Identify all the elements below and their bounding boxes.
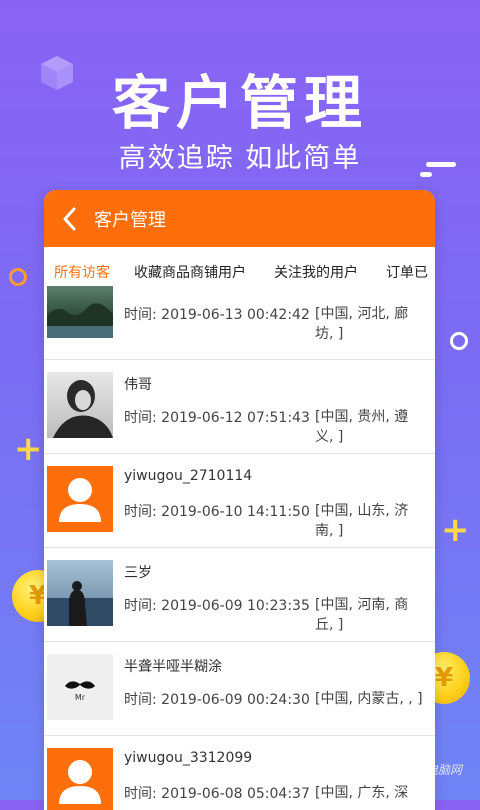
list-item[interactable]: Mr 半聋半哑半糊涂 时间: 2019-06-09 00:24:30 [中国, … [44, 642, 435, 736]
back-button[interactable] [44, 190, 94, 247]
avatar-text: Mr [75, 693, 86, 702]
plus-decoration-icon: + [14, 429, 43, 469]
list-item[interactable]: yiwugou_2710114 时间: 2019-06-10 14:11:50 … [44, 454, 435, 548]
promo-subtitle: 高效追踪 如此简单 [118, 143, 362, 174]
list-item[interactable]: 伟哥 时间: 2019-06-12 07:51:43 [中国, 贵州, 遵义, … [44, 360, 435, 454]
app-header: 客户管理 [44, 190, 435, 247]
visitor-name: 半聋半哑半糊涂 [124, 659, 222, 675]
app-screen: 客户管理 所有访客 收藏商品商铺用户 关注我的用户 订单已 时间: 2019-0… [44, 190, 435, 810]
default-avatar-icon [47, 466, 113, 532]
avatar [47, 286, 113, 338]
visit-location: [中国, 贵州, 遵义, ] [315, 409, 409, 445]
visit-time: 时间: 2019-06-09 10:23:35 [124, 598, 310, 614]
list-item[interactable]: 时间: 2019-06-13 00:42:42 [中国, 河北, 廊坊, ] [44, 286, 435, 360]
visitor-name: 三岁 [124, 565, 152, 581]
promo-title: 客户管理 [111, 69, 368, 137]
visit-location: [中国, 内蒙古, , ] [315, 691, 423, 707]
visit-location: [中国, 广东, 深 [315, 785, 409, 801]
visitor-name: yiwugou_3312099 [124, 750, 253, 766]
page-title: 客户管理 [94, 209, 166, 231]
avatar [47, 560, 113, 626]
visit-location: [中国, 山东, 济南, ] [315, 503, 409, 539]
visitor-name: 伟哥 [124, 377, 152, 393]
visit-time: 时间: 2019-06-09 00:24:30 [124, 692, 310, 708]
avatar [47, 372, 113, 438]
watermark: PConline 太平洋电脑网 [333, 763, 462, 777]
list-item[interactable]: 三岁 时间: 2019-06-09 10:23:35 [中国, 河南, 商丘, … [44, 548, 435, 642]
circle-decoration-icon [450, 332, 468, 350]
circle-decoration-icon [9, 268, 27, 286]
visit-location: [中国, 河北, 廊坊, ] [315, 306, 409, 342]
plus-decoration-icon: + [441, 510, 470, 550]
visit-time: 时间: 2019-06-13 00:42:42 [124, 307, 310, 323]
visit-time: 时间: 2019-06-12 07:51:43 [124, 410, 310, 426]
chevron-left-icon [63, 207, 76, 230]
visit-location: [中国, 河南, 商丘, ] [315, 597, 409, 633]
mustache-logo-icon: Mr [47, 654, 113, 720]
visit-time: 时间: 2019-06-08 05:04:37 [124, 786, 310, 802]
visitor-name: yiwugou_2710114 [124, 468, 253, 484]
default-avatar-icon [47, 748, 113, 810]
visit-time: 时间: 2019-06-10 14:11:50 [124, 504, 310, 520]
